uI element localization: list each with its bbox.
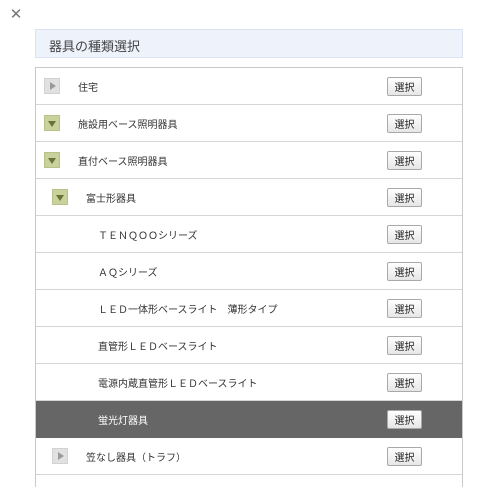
select-button[interactable]: 選択: [387, 410, 422, 429]
tree-row[interactable]: 直付ベース照明器具 選択: [36, 142, 462, 179]
collapse-toggle-icon[interactable]: [44, 78, 60, 94]
expand-toggle-icon[interactable]: [52, 189, 68, 205]
tree-row-label: 電源内蔵直管形ＬＥＤベースライト: [98, 379, 258, 390]
tree-row[interactable]: 笠なし器具（トラフ） 選択: [36, 438, 462, 475]
expand-toggle-icon[interactable]: [44, 115, 60, 131]
tree-row[interactable]: 住宅 選択: [36, 68, 462, 105]
triangle-down-icon: [48, 121, 56, 127]
select-button[interactable]: 選択: [387, 336, 422, 355]
category-tree: 住宅 選択 施設用ベース照明器具 選択 直付ベース照明器具 選択 富士形器具 選択 ＴＥＮＱＯＯ…: [35, 67, 463, 487]
tree-row-label: ＬＥＤ一体形ベースライト 薄形タイプ: [98, 305, 278, 316]
tree-row-label: 施設用ベース照明器具: [78, 120, 178, 131]
tree-row[interactable]: ＬＥＤ一体形ベースライト 薄形タイプ 選択: [36, 290, 462, 327]
select-button[interactable]: 選択: [387, 188, 422, 207]
tree-row-label: 蛍光灯器具: [98, 416, 148, 427]
close-icon[interactable]: ✕: [8, 6, 24, 22]
tree-row[interactable]: 直管形ＬＥＤベースライト 選択: [36, 327, 462, 364]
select-button[interactable]: 選択: [387, 373, 422, 392]
tree-row[interactable]: ＡＱシリーズ 選択: [36, 253, 462, 290]
select-button[interactable]: 選択: [387, 447, 422, 466]
tree-row[interactable]: 電源内蔵直管形ＬＥＤベースライト 選択: [36, 364, 462, 401]
tree-row-label: 笠なし器具（トラフ）: [86, 453, 186, 464]
expand-toggle-icon[interactable]: [44, 152, 60, 168]
select-button[interactable]: 選択: [387, 114, 422, 133]
collapse-toggle-icon[interactable]: [52, 448, 68, 464]
tree-row-label: 直管形ＬＥＤベースライト: [98, 342, 218, 353]
tree-row[interactable]: 蛍光灯器具 選択: [36, 401, 462, 438]
tree-row-label: 富士形器具: [86, 194, 136, 205]
triangle-right-icon: [58, 452, 64, 460]
triangle-right-icon: [50, 82, 56, 90]
select-button[interactable]: 選択: [387, 77, 422, 96]
select-button[interactable]: 選択: [387, 262, 422, 281]
tree-row-label: 住宅: [78, 83, 98, 94]
tree-row-label: ＴＥＮＱＯＯシリーズ: [98, 231, 198, 242]
tree-row-label: ＡＱシリーズ: [98, 268, 158, 279]
tree-row[interactable]: 富士形器具 選択: [36, 179, 462, 216]
select-button[interactable]: 選択: [387, 151, 422, 170]
dialog-title: 器具の種類選択: [49, 40, 141, 55]
dialog-header: 器具の種類選択: [35, 29, 463, 58]
tree-row[interactable]: ＴＥＮＱＯＯシリーズ 選択: [36, 216, 462, 253]
select-button[interactable]: 選択: [387, 225, 422, 244]
triangle-down-icon: [56, 195, 64, 201]
tree-row[interactable]: 施設用ベース照明器具 選択: [36, 105, 462, 142]
triangle-down-icon: [48, 158, 56, 164]
select-button[interactable]: 選択: [387, 299, 422, 318]
tree-row-label: 直付ベース照明器具: [78, 157, 168, 168]
